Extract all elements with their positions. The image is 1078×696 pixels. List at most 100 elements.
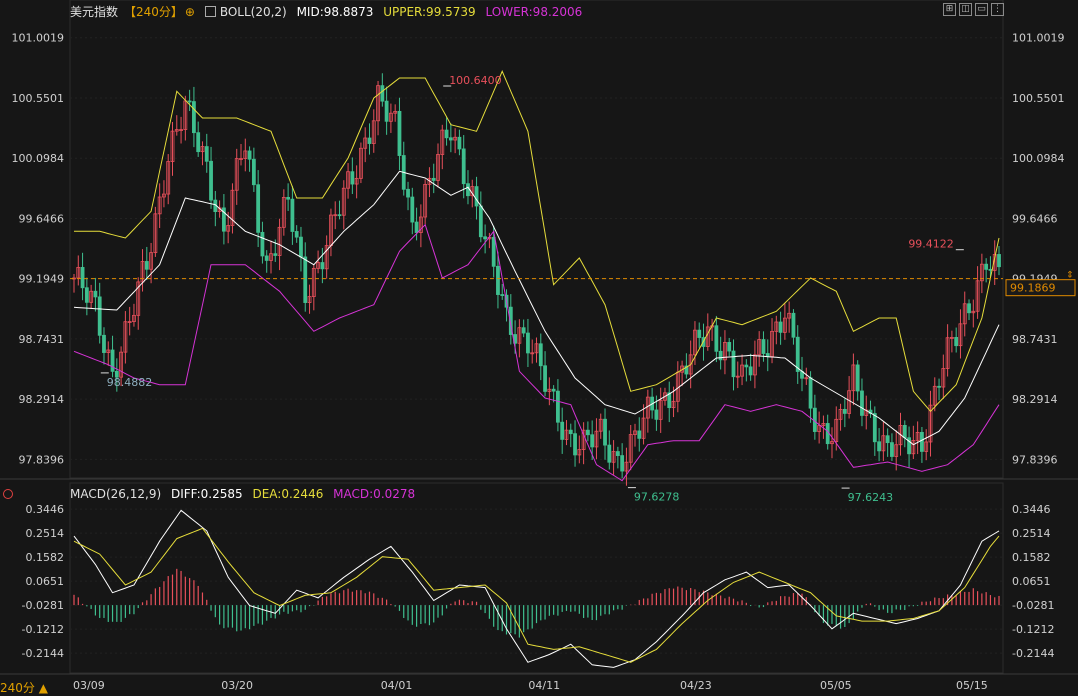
candle-body xyxy=(997,254,1001,268)
candle-body xyxy=(637,430,642,439)
date-axis-labels: 03/09 03/20 04/01 04/11 04/23 05/05 05/15 xyxy=(73,679,988,692)
candles-layer xyxy=(72,73,1001,486)
candle-body xyxy=(984,263,989,270)
maximize-icon[interactable]: ⊞ xyxy=(943,3,956,16)
candle-body xyxy=(196,132,201,153)
close-icon[interactable]: ⋮ xyxy=(991,3,1004,16)
candle-body xyxy=(209,160,213,201)
macd-y-tick-left: -0.1212 xyxy=(22,623,64,636)
candle-body xyxy=(937,385,941,388)
y-tick-right: 100.0984 xyxy=(1012,152,1065,165)
annotation-label: 97.6243 xyxy=(848,491,894,504)
dea-line xyxy=(73,527,1000,663)
y-tick-right: 99.6466 xyxy=(1012,212,1058,225)
candle-body xyxy=(654,409,659,420)
price-annotations: 99.1869 ⇕ 100.6400 98.4882 97.6278 97.6243 99.… xyxy=(70,74,1076,504)
candle-body xyxy=(303,256,308,303)
candle-body xyxy=(855,364,860,392)
candle-body xyxy=(890,442,894,457)
y-tick-left: 99.6466 xyxy=(19,212,65,225)
period-tab[interactable]: 240分 ▲ xyxy=(0,679,48,696)
candle-body xyxy=(615,451,620,456)
candle-body xyxy=(842,408,847,414)
y-tick-right: 97.8396 xyxy=(1012,453,1058,466)
candle-body xyxy=(380,85,385,102)
candle-body xyxy=(791,312,796,338)
candle-body xyxy=(967,303,971,314)
candle-body xyxy=(444,129,449,139)
candle-body xyxy=(466,183,470,197)
candle-body xyxy=(778,321,783,333)
candle-body xyxy=(603,418,607,446)
boll-toggle-icon[interactable] xyxy=(204,6,216,17)
boll-upper-value: UPPER:99.5739 xyxy=(383,5,476,19)
candle-body xyxy=(406,188,410,198)
candle-body xyxy=(204,146,209,162)
candle-body xyxy=(885,435,890,444)
candle-body xyxy=(538,343,543,367)
candle-body xyxy=(543,365,547,392)
y-tick-left: 98.7431 xyxy=(19,333,65,346)
candle-body xyxy=(902,424,907,439)
x-tick-label: 03/20 xyxy=(221,679,253,692)
x-tick-label: 04/11 xyxy=(528,679,560,692)
candle-body xyxy=(367,137,372,144)
y-tick-left: 101.0019 xyxy=(12,32,65,45)
candle-body xyxy=(474,186,479,207)
candle-body xyxy=(192,101,196,134)
candle-body xyxy=(872,413,877,443)
candle-body xyxy=(551,388,556,392)
macd-y-tick-right: 0.3446 xyxy=(1012,503,1051,516)
candle-body xyxy=(461,148,466,185)
candle-body xyxy=(920,431,924,452)
candle-body xyxy=(448,137,453,141)
candle-body xyxy=(247,150,252,160)
boll-mid-value: MID:98.8873 xyxy=(296,5,374,19)
candle-body xyxy=(320,262,325,270)
macd-y-tick-left: 0.3446 xyxy=(26,503,65,516)
candle-body xyxy=(585,429,590,436)
settings-icon[interactable]: ◫ xyxy=(959,3,972,16)
candle-body xyxy=(568,429,573,435)
y-tick-right: 101.0019 xyxy=(1012,32,1065,45)
boll-label: BOLL(20,2) xyxy=(219,5,287,19)
panel-window-buttons: ⊞ ◫ ▭ ⋮ xyxy=(943,3,1004,16)
candle-body xyxy=(954,337,959,347)
add-indicator-icon[interactable]: ⊕ xyxy=(185,5,195,19)
candle-body xyxy=(337,214,342,217)
dea-value: DEA:0.2446 xyxy=(252,487,324,501)
macd-y-tick-right: -0.1212 xyxy=(1012,623,1054,636)
candle-body xyxy=(718,350,723,361)
candle-body xyxy=(187,100,192,103)
candle-body xyxy=(697,329,702,338)
candle-body xyxy=(877,441,881,452)
price-scroll-icon: ⇕ xyxy=(1066,271,1074,281)
macd-layer: 0.3446 0.3446 0.2514 0.2514 0.1582 0.1582 0.06… xyxy=(22,503,1054,668)
boll-bands-layer xyxy=(73,70,1000,482)
candle-body xyxy=(483,236,488,240)
y-tick-left: 97.8396 xyxy=(19,453,65,466)
annotation-label: 99.4122 xyxy=(908,238,954,251)
boll-lower-value: LOWER:98.2006 xyxy=(485,5,583,19)
current-price-label: 99.1869 xyxy=(1010,282,1056,295)
candle-body xyxy=(414,221,419,233)
chart-frame xyxy=(0,0,1078,675)
candle-body xyxy=(714,325,719,352)
triangle-up-icon: ▲ xyxy=(38,681,48,695)
period-selector[interactable]: 【240分】 xyxy=(124,5,183,19)
annotation-label: 98.4882 xyxy=(107,376,153,389)
macd-settings-icon[interactable] xyxy=(3,489,13,499)
x-tick-label: 05/05 xyxy=(820,679,852,692)
diff-line xyxy=(73,509,1000,668)
macd-y-tick-left: 0.0651 xyxy=(26,575,65,588)
macd-y-tick-right: 0.1582 xyxy=(1012,551,1051,564)
restore-icon[interactable]: ▭ xyxy=(975,3,988,16)
candle-body xyxy=(84,287,89,303)
candle-body xyxy=(526,332,530,354)
symbol-name: 美元指数 xyxy=(70,5,119,19)
candle-body xyxy=(491,236,496,267)
candle-body xyxy=(590,434,595,448)
macd-label: MACD(26,12,9) xyxy=(70,487,162,501)
annotation-label: 100.6400 xyxy=(449,74,502,87)
macd-y-tick-left: -0.2144 xyxy=(22,647,64,660)
